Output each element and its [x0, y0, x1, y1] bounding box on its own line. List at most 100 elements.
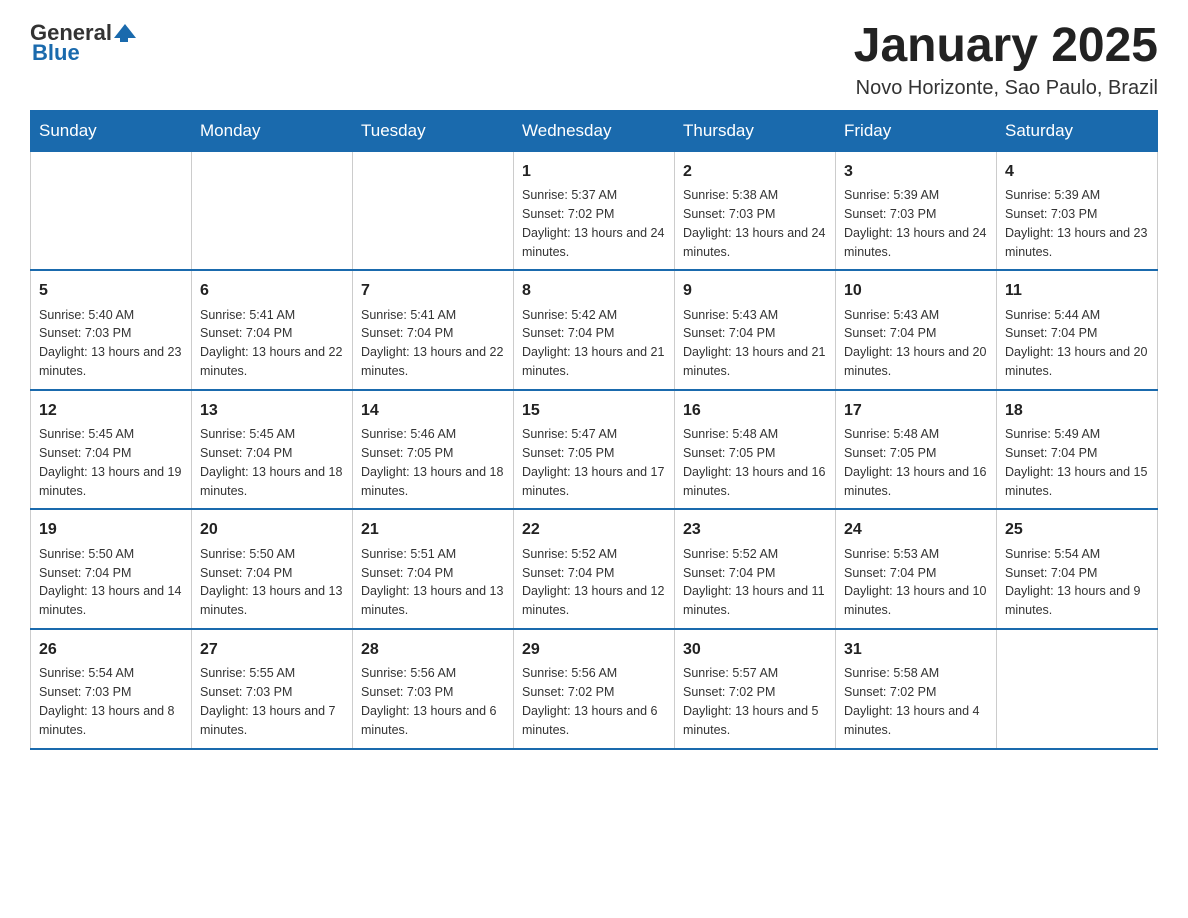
calendar-day-cell: 13 Sunrise: 5:45 AM Sunset: 7:04 PM Dayli…	[192, 390, 353, 510]
calendar-day-cell: 23 Sunrise: 5:52 AM Sunset: 7:04 PM Dayli…	[675, 509, 836, 629]
logo: General Blue	[30, 20, 136, 66]
day-number: 23	[683, 518, 827, 541]
calendar-table: SundayMondayTuesdayWednesdayThursdayFrid…	[30, 110, 1158, 750]
day-number: 18	[1005, 399, 1149, 422]
day-of-week-header: Thursday	[675, 110, 836, 151]
day-info: Sunrise: 5:42 AM Sunset: 7:04 PM Dayligh…	[522, 308, 664, 379]
day-info: Sunrise: 5:57 AM Sunset: 7:02 PM Dayligh…	[683, 666, 819, 737]
day-number: 10	[844, 279, 988, 302]
day-of-week-header: Monday	[192, 110, 353, 151]
day-number: 24	[844, 518, 988, 541]
day-number: 15	[522, 399, 666, 422]
calendar-day-cell: 30 Sunrise: 5:57 AM Sunset: 7:02 PM Dayli…	[675, 629, 836, 749]
calendar-day-cell	[353, 151, 514, 270]
calendar-day-cell: 27Sunrise: 5:55 AM Sunset: 7:03 PM Dayli…	[192, 629, 353, 749]
calendar-day-cell: 18 Sunrise: 5:49 AM Sunset: 7:04 PM Dayli…	[997, 390, 1158, 510]
day-number: 12	[39, 399, 183, 422]
day-info: Sunrise: 5:50 AM Sunset: 7:04 PM Dayligh…	[200, 547, 342, 618]
title-block: January 2025 Novo Horizonte, Sao Paulo, …	[854, 20, 1158, 100]
day-number: 21	[361, 518, 505, 541]
day-number: 7	[361, 279, 505, 302]
calendar-day-cell: 12 Sunrise: 5:45 AM Sunset: 7:04 PM Dayli…	[31, 390, 192, 510]
calendar-day-cell: 16 Sunrise: 5:48 AM Sunset: 7:05 PM Dayli…	[675, 390, 836, 510]
calendar-day-cell	[997, 629, 1158, 749]
calendar-day-cell: 5 Sunrise: 5:40 AM Sunset: 7:03 PM Daylig…	[31, 270, 192, 390]
day-number: 16	[683, 399, 827, 422]
day-number: 26	[39, 638, 183, 661]
calendar-day-cell: 15 Sunrise: 5:47 AM Sunset: 7:05 PM Dayli…	[514, 390, 675, 510]
day-number: 9	[683, 279, 827, 302]
day-number: 5	[39, 279, 183, 302]
day-number: 14	[361, 399, 505, 422]
calendar-day-cell: 1 Sunrise: 5:37 AM Sunset: 7:02 PM Daylig…	[514, 151, 675, 270]
day-info: Sunrise: 5:51 AM Sunset: 7:04 PM Dayligh…	[361, 547, 503, 618]
calendar-day-cell: 31 Sunrise: 5:58 AM Sunset: 7:02 PM Dayli…	[836, 629, 997, 749]
day-number: 31	[844, 638, 988, 661]
day-number: 19	[39, 518, 183, 541]
day-number: 4	[1005, 160, 1149, 183]
day-info: Sunrise: 5:52 AM Sunset: 7:04 PM Dayligh…	[522, 547, 664, 618]
day-info: Sunrise: 5:41 AM Sunset: 7:04 PM Dayligh…	[361, 308, 503, 379]
logo-blue-text: Blue	[32, 40, 80, 66]
day-of-week-header: Sunday	[31, 110, 192, 151]
day-number: 2	[683, 160, 827, 183]
day-of-week-header: Saturday	[997, 110, 1158, 151]
day-number: 6	[200, 279, 344, 302]
day-number: 30	[683, 638, 827, 661]
calendar-day-cell: 6 Sunrise: 5:41 AM Sunset: 7:04 PM Daylig…	[192, 270, 353, 390]
calendar-day-cell: 9 Sunrise: 5:43 AM Sunset: 7:04 PM Daylig…	[675, 270, 836, 390]
day-info: Sunrise: 5:43 AM Sunset: 7:04 PM Dayligh…	[683, 308, 825, 379]
calendar-week-row: 1 Sunrise: 5:37 AM Sunset: 7:02 PM Daylig…	[31, 151, 1158, 270]
logo-icon	[114, 20, 136, 42]
day-info: Sunrise: 5:38 AM Sunset: 7:03 PM Dayligh…	[683, 188, 825, 259]
day-info: Sunrise: 5:45 AM Sunset: 7:04 PM Dayligh…	[39, 427, 181, 498]
day-info: Sunrise: 5:41 AM Sunset: 7:04 PM Dayligh…	[200, 308, 342, 379]
day-info: Sunrise: 5:40 AM Sunset: 7:03 PM Dayligh…	[39, 308, 181, 379]
calendar-day-cell: 25Sunrise: 5:54 AM Sunset: 7:04 PM Dayli…	[997, 509, 1158, 629]
day-info: Sunrise: 5:56 AM Sunset: 7:02 PM Dayligh…	[522, 666, 658, 737]
day-number: 25	[1005, 518, 1149, 541]
day-info: Sunrise: 5:44 AM Sunset: 7:04 PM Dayligh…	[1005, 308, 1147, 379]
day-info: Sunrise: 5:39 AM Sunset: 7:03 PM Dayligh…	[844, 188, 986, 259]
day-of-week-header: Wednesday	[514, 110, 675, 151]
day-info: Sunrise: 5:52 AM Sunset: 7:04 PM Dayligh…	[683, 547, 825, 618]
day-info: Sunrise: 5:56 AM Sunset: 7:03 PM Dayligh…	[361, 666, 497, 737]
calendar-day-cell: 2 Sunrise: 5:38 AM Sunset: 7:03 PM Daylig…	[675, 151, 836, 270]
day-info: Sunrise: 5:37 AM Sunset: 7:02 PM Dayligh…	[522, 188, 664, 259]
day-number: 3	[844, 160, 988, 183]
day-info: Sunrise: 5:39 AM Sunset: 7:03 PM Dayligh…	[1005, 188, 1147, 259]
day-number: 11	[1005, 279, 1149, 302]
day-number: 29	[522, 638, 666, 661]
day-info: Sunrise: 5:54 AM Sunset: 7:03 PM Dayligh…	[39, 666, 175, 737]
day-info: Sunrise: 5:45 AM Sunset: 7:04 PM Dayligh…	[200, 427, 342, 498]
page-header: General Blue January 2025 Novo Horizonte…	[30, 20, 1158, 100]
calendar-day-cell: 20 Sunrise: 5:50 AM Sunset: 7:04 PM Dayli…	[192, 509, 353, 629]
day-info: Sunrise: 5:58 AM Sunset: 7:02 PM Dayligh…	[844, 666, 980, 737]
day-number: 20	[200, 518, 344, 541]
calendar-day-cell: 17Sunrise: 5:48 AM Sunset: 7:05 PM Dayli…	[836, 390, 997, 510]
day-info: Sunrise: 5:46 AM Sunset: 7:05 PM Dayligh…	[361, 427, 503, 498]
day-info: Sunrise: 5:47 AM Sunset: 7:05 PM Dayligh…	[522, 427, 664, 498]
day-number: 8	[522, 279, 666, 302]
day-info: Sunrise: 5:43 AM Sunset: 7:04 PM Dayligh…	[844, 308, 986, 379]
calendar-day-cell: 26 Sunrise: 5:54 AM Sunset: 7:03 PM Dayli…	[31, 629, 192, 749]
calendar-day-cell: 22 Sunrise: 5:52 AM Sunset: 7:04 PM Dayli…	[514, 509, 675, 629]
calendar-day-cell: 14 Sunrise: 5:46 AM Sunset: 7:05 PM Dayli…	[353, 390, 514, 510]
calendar-header-row: SundayMondayTuesdayWednesdayThursdayFrid…	[31, 110, 1158, 151]
day-number: 1	[522, 160, 666, 183]
day-info: Sunrise: 5:50 AM Sunset: 7:04 PM Dayligh…	[39, 547, 181, 618]
calendar-week-row: 19 Sunrise: 5:50 AM Sunset: 7:04 PM Dayli…	[31, 509, 1158, 629]
calendar-day-cell: 10 Sunrise: 5:43 AM Sunset: 7:04 PM Dayli…	[836, 270, 997, 390]
day-info: Sunrise: 5:48 AM Sunset: 7:05 PM Dayligh…	[683, 427, 825, 498]
day-of-week-header: Tuesday	[353, 110, 514, 151]
day-number: 28	[361, 638, 505, 661]
calendar-day-cell: 3 Sunrise: 5:39 AM Sunset: 7:03 PM Daylig…	[836, 151, 997, 270]
calendar-day-cell: 28 Sunrise: 5:56 AM Sunset: 7:03 PM Dayli…	[353, 629, 514, 749]
calendar-day-cell: 8 Sunrise: 5:42 AM Sunset: 7:04 PM Daylig…	[514, 270, 675, 390]
day-number: 22	[522, 518, 666, 541]
calendar-week-row: 26 Sunrise: 5:54 AM Sunset: 7:03 PM Dayli…	[31, 629, 1158, 749]
day-info: Sunrise: 5:49 AM Sunset: 7:04 PM Dayligh…	[1005, 427, 1147, 498]
calendar-day-cell: 24Sunrise: 5:53 AM Sunset: 7:04 PM Dayli…	[836, 509, 997, 629]
day-number: 13	[200, 399, 344, 422]
calendar-day-cell: 11 Sunrise: 5:44 AM Sunset: 7:04 PM Dayli…	[997, 270, 1158, 390]
